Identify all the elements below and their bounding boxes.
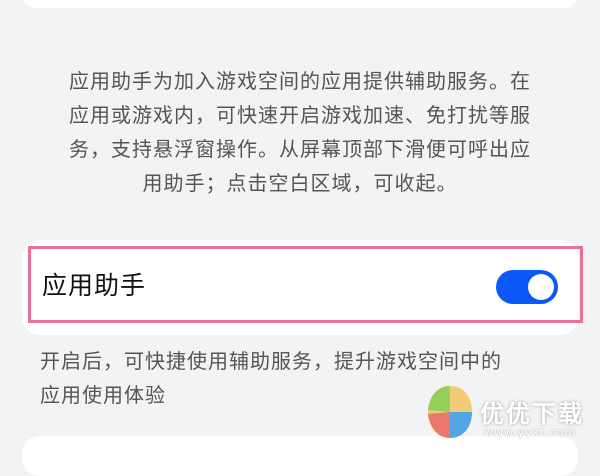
toggle-knob (528, 274, 554, 300)
next-card (22, 436, 578, 476)
intro-line: 应用助手为加入游戏空间的应用提供辅助服务。在 (69, 69, 531, 93)
intro-line: 用助手；点击空白区域，可收起。 (142, 171, 458, 195)
previous-card (22, 0, 578, 8)
description-line: 应用使用体验 (40, 383, 166, 407)
app-assistant-label: 应用助手 (42, 271, 147, 300)
app-assistant-toggle[interactable] (496, 270, 558, 304)
intro-line: 务，支持悬浮窗操作。从屏幕顶部下滑便可呼出应 (69, 137, 531, 161)
description-line: 开启后，可快捷使用辅助服务，提升游戏空间中的 (40, 349, 502, 373)
setting-description: 开启后，可快捷使用辅助服务，提升游戏空间中的 应用使用体验 (40, 344, 570, 412)
intro-line: 应用或游戏内，可快速开启游戏加速、免打扰等服 (69, 103, 531, 127)
intro-text: 应用助手为加入游戏空间的应用提供辅助服务。在 应用或游戏内，可快速开启游戏加速、… (40, 64, 560, 200)
